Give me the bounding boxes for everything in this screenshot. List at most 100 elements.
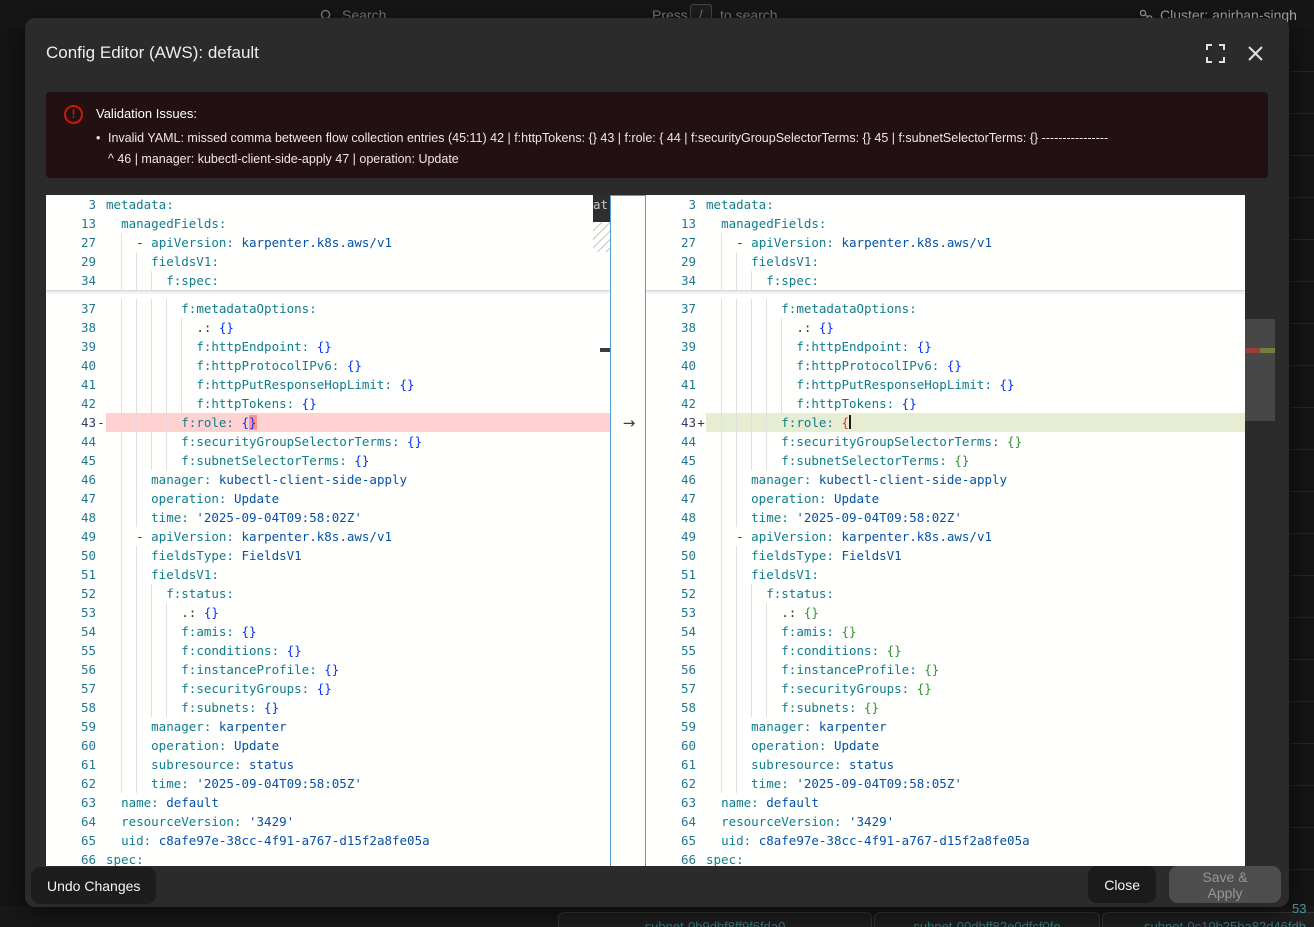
code-line[interactable]: 55 f:conditions: {} — [46, 641, 610, 660]
code-line[interactable]: 34 f:spec: — [646, 271, 1245, 290]
code-line[interactable]: 43- f:role: {} — [46, 413, 610, 432]
code-line[interactable]: 38 .: {} — [646, 318, 1245, 337]
code-line[interactable]: 51 fieldsV1: — [46, 565, 610, 584]
close-icon[interactable] — [1246, 44, 1265, 63]
code-line[interactable]: 63 name: default — [646, 793, 1245, 812]
code-line[interactable]: 39 f:httpEndpoint: {} — [646, 337, 1245, 356]
indent-guide — [736, 451, 737, 470]
code-line[interactable]: 45 f:subnetSelectorTerms: {} — [46, 451, 610, 470]
code-line[interactable]: 57 f:securityGroups: {} — [646, 679, 1245, 698]
code-line[interactable]: 45 f:subnetSelectorTerms: {} — [646, 451, 1245, 470]
code-line[interactable]: 44 f:securityGroupSelectorTerms: {} — [46, 432, 610, 451]
code-line[interactable]: 42 f:httpTokens: {} — [646, 394, 1245, 413]
code-line[interactable]: 47 operation: Update — [46, 489, 610, 508]
indent-guide — [151, 641, 152, 660]
undo-changes-button[interactable]: Undo Changes — [31, 867, 156, 904]
diff-sign — [696, 641, 706, 660]
diff-original-pane[interactable]: 37 f:metadataOptions:38 .: {}39 f:httpEn… — [46, 195, 610, 866]
code-line[interactable]: 51 fieldsV1: — [646, 565, 1245, 584]
code-line[interactable]: 62 time: '2025-09-04T09:58:05Z' — [46, 774, 610, 793]
indent-guide — [136, 451, 137, 470]
code-line[interactable]: 41 f:httpPutResponseHopLimit: {} — [646, 375, 1245, 394]
code-line[interactable]: 13 managedFields: — [646, 214, 1245, 233]
code-line[interactable]: 48 time: '2025-09-04T09:58:02Z' — [646, 508, 1245, 527]
code-line[interactable]: 61 subresource: status — [46, 755, 610, 774]
code-line[interactable]: 50 fieldsType: FieldsV1 — [646, 546, 1245, 565]
code-line[interactable]: 47 operation: Update — [646, 489, 1245, 508]
code-line[interactable]: 29 fieldsV1: — [46, 252, 610, 271]
code-line[interactable]: 29 fieldsV1: — [646, 252, 1245, 271]
code-line[interactable]: 66spec: — [646, 850, 1245, 866]
code-line[interactable]: 37 f:metadataOptions: — [646, 299, 1245, 318]
code-line[interactable]: 40 f:httpProtocolIPv6: {} — [46, 356, 610, 375]
code-line[interactable]: 65 uid: c8afe97e-38cc-4f91-a767-d15f2a8f… — [646, 831, 1245, 850]
code-line[interactable]: 58 f:subnets: {} — [646, 698, 1245, 717]
code-line[interactable]: 37 f:metadataOptions: — [46, 299, 610, 318]
code-line[interactable]: 59 manager: karpenter — [46, 717, 610, 736]
code-line[interactable]: 65 uid: c8afe97e-38cc-4f91-a767-d15f2a8f… — [46, 831, 610, 850]
line-number: 27 — [646, 233, 696, 252]
code-line[interactable]: 63 name: default — [46, 793, 610, 812]
indent-guide — [136, 252, 137, 271]
code-line[interactable]: 27 - apiVersion: karpenter.k8s.aws/v1 — [646, 233, 1245, 252]
save-apply-button[interactable]: Save & Apply — [1169, 866, 1281, 903]
indent-guide — [721, 603, 722, 622]
code-line[interactable]: 46 manager: kubectl-client-side-apply — [646, 470, 1245, 489]
indent-guide — [121, 271, 122, 290]
code-line[interactable]: 48 time: '2025-09-04T09:58:02Z' — [46, 508, 610, 527]
code-line[interactable]: 40 f:httpProtocolIPv6: {} — [646, 356, 1245, 375]
revert-change-arrow[interactable]: → — [611, 414, 647, 433]
line-number: 50 — [46, 546, 96, 565]
code-line[interactable]: 13 managedFields: — [46, 214, 610, 233]
code-line[interactable]: 3metadata: — [646, 195, 1245, 214]
subnet-link[interactable]: subnet-00dbff82e0dfcf0fe — [874, 912, 1100, 927]
code-line[interactable]: 46 manager: kubectl-client-side-apply — [46, 470, 610, 489]
code-line[interactable]: 57 f:securityGroups: {} — [46, 679, 610, 698]
diff-overview-ruler[interactable] — [1245, 195, 1275, 866]
indent-guide — [721, 432, 722, 451]
indent-guide — [151, 660, 152, 679]
code-line[interactable]: 60 operation: Update — [646, 736, 1245, 755]
code-line[interactable]: 54 f:amis: {} — [646, 622, 1245, 641]
code-line[interactable]: 39 f:httpEndpoint: {} — [46, 337, 610, 356]
yaml-diff-editor[interactable]: 37 f:metadataOptions:38 .: {}39 f:httpEn… — [46, 195, 1275, 866]
close-button[interactable]: Close — [1088, 866, 1156, 903]
diff-modified-pane[interactable]: 37 f:metadataOptions:38 .: {}39 f:httpEn… — [646, 195, 1245, 866]
indent-guide — [151, 622, 152, 641]
code-line[interactable]: 56 f:instanceProfile: {} — [46, 660, 610, 679]
diff-sign: + — [696, 413, 706, 432]
code-line[interactable]: 54 f:amis: {} — [46, 622, 610, 641]
line-number: 39 — [646, 337, 696, 356]
code-line[interactable]: 49 - apiVersion: karpenter.k8s.aws/v1 — [46, 527, 610, 546]
code-line[interactable]: 50 fieldsType: FieldsV1 — [46, 546, 610, 565]
code-line[interactable]: 59 manager: karpenter — [646, 717, 1245, 736]
code-line[interactable]: 61 subresource: status — [646, 755, 1245, 774]
code-line[interactable]: 55 f:conditions: {} — [646, 641, 1245, 660]
code-line[interactable]: 38 .: {} — [46, 318, 610, 337]
code-line[interactable]: 49 - apiVersion: karpenter.k8s.aws/v1 — [646, 527, 1245, 546]
code-line[interactable]: 56 f:instanceProfile: {} — [646, 660, 1245, 679]
code-line[interactable]: 43+ f:role: { — [646, 413, 1245, 432]
code-line[interactable]: 53 .: {} — [646, 603, 1245, 622]
diff-sign — [696, 622, 706, 641]
code-line[interactable]: 52 f:status: — [46, 584, 610, 603]
code-line[interactable]: 66spec: — [46, 850, 610, 866]
code-line[interactable]: 42 f:httpTokens: {} — [46, 394, 610, 413]
code-line[interactable]: 34 f:spec: — [46, 271, 610, 290]
code-line[interactable]: 53 .: {} — [46, 603, 610, 622]
code-line[interactable]: 52 f:status: — [646, 584, 1245, 603]
code-line[interactable]: 58 f:subnets: {} — [46, 698, 610, 717]
code-line[interactable]: 3metadata: — [46, 195, 610, 214]
code-line[interactable]: 27 - apiVersion: karpenter.k8s.aws/v1 — [46, 233, 610, 252]
code-line[interactable]: 44 f:securityGroupSelectorTerms: {} — [646, 432, 1245, 451]
code-line[interactable]: 41 f:httpPutResponseHopLimit: {} — [46, 375, 610, 394]
subnet-link[interactable]: subnet-0c10b25ba82d46fdb — [1102, 912, 1314, 927]
code-line[interactable]: 64 resourceVersion: '3429' — [46, 812, 610, 831]
expand-icon[interactable] — [1206, 44, 1225, 63]
code-line[interactable]: 60 operation: Update — [46, 736, 610, 755]
subnet-link[interactable]: subnet-0b9dbf8ff9f6fda0 — [558, 912, 872, 927]
diff-sign — [96, 717, 106, 736]
line-number: 39 — [46, 337, 96, 356]
code-line[interactable]: 62 time: '2025-09-04T09:58:05Z' — [646, 774, 1245, 793]
code-line[interactable]: 64 resourceVersion: '3429' — [646, 812, 1245, 831]
